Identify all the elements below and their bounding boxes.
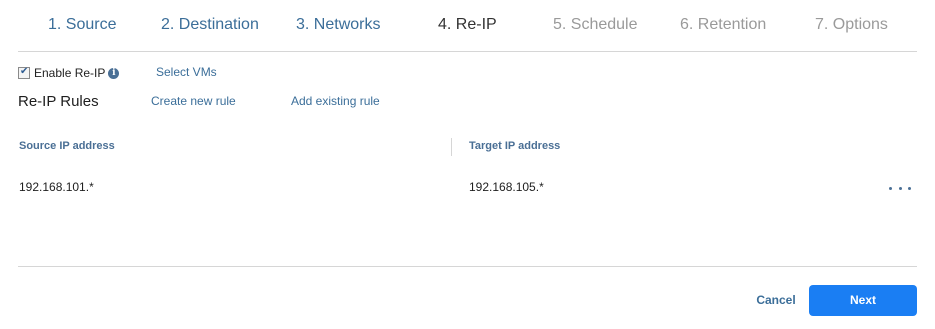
step-networks[interactable]: 3. Networks [296, 15, 380, 35]
step-destination[interactable]: 2. Destination [161, 15, 259, 35]
column-divider[interactable] [451, 138, 452, 156]
add-existing-rule-link[interactable]: Add existing rule [291, 94, 380, 108]
footer-divider [18, 266, 917, 267]
enable-reip-checkbox[interactable]: ✔ [18, 66, 30, 79]
create-new-rule-link[interactable]: Create new rule [151, 94, 236, 108]
reip-wizard-page: 1. Source 2. Destination 3. Networks 4. … [0, 0, 935, 329]
cell-target-ip: 192.168.105.* [469, 180, 544, 194]
column-header-target-ip[interactable]: Target IP address [469, 140, 560, 152]
step-schedule: 5. Schedule [553, 16, 638, 33]
wizard-steps: 1. Source 2. Destination 3. Networks 4. … [0, 0, 935, 52]
info-icon[interactable]: i [108, 67, 120, 79]
enable-reip-label: Enable Re-IP [34, 66, 106, 80]
step-retention: 6. Retention [680, 16, 767, 33]
checkmark-icon: ✔ [20, 66, 29, 77]
cancel-button[interactable]: Cancel [748, 285, 804, 315]
header-divider [18, 51, 917, 52]
enable-reip-row: ✔ Enable Re-IP i [18, 64, 120, 82]
column-header-source-ip[interactable]: Source IP address [19, 140, 115, 152]
step-reip[interactable]: 4. Re-IP [438, 15, 497, 35]
more-horizontal-icon[interactable] [889, 181, 911, 195]
reip-rules-title: Re-IP Rules [18, 93, 99, 110]
cell-source-ip: 192.168.101.* [19, 180, 94, 194]
step-options: 7. Options [815, 16, 888, 33]
select-vms-link[interactable]: Select VMs [156, 65, 217, 79]
next-button[interactable]: Next [809, 285, 917, 316]
step-source[interactable]: 1. Source [48, 15, 116, 35]
